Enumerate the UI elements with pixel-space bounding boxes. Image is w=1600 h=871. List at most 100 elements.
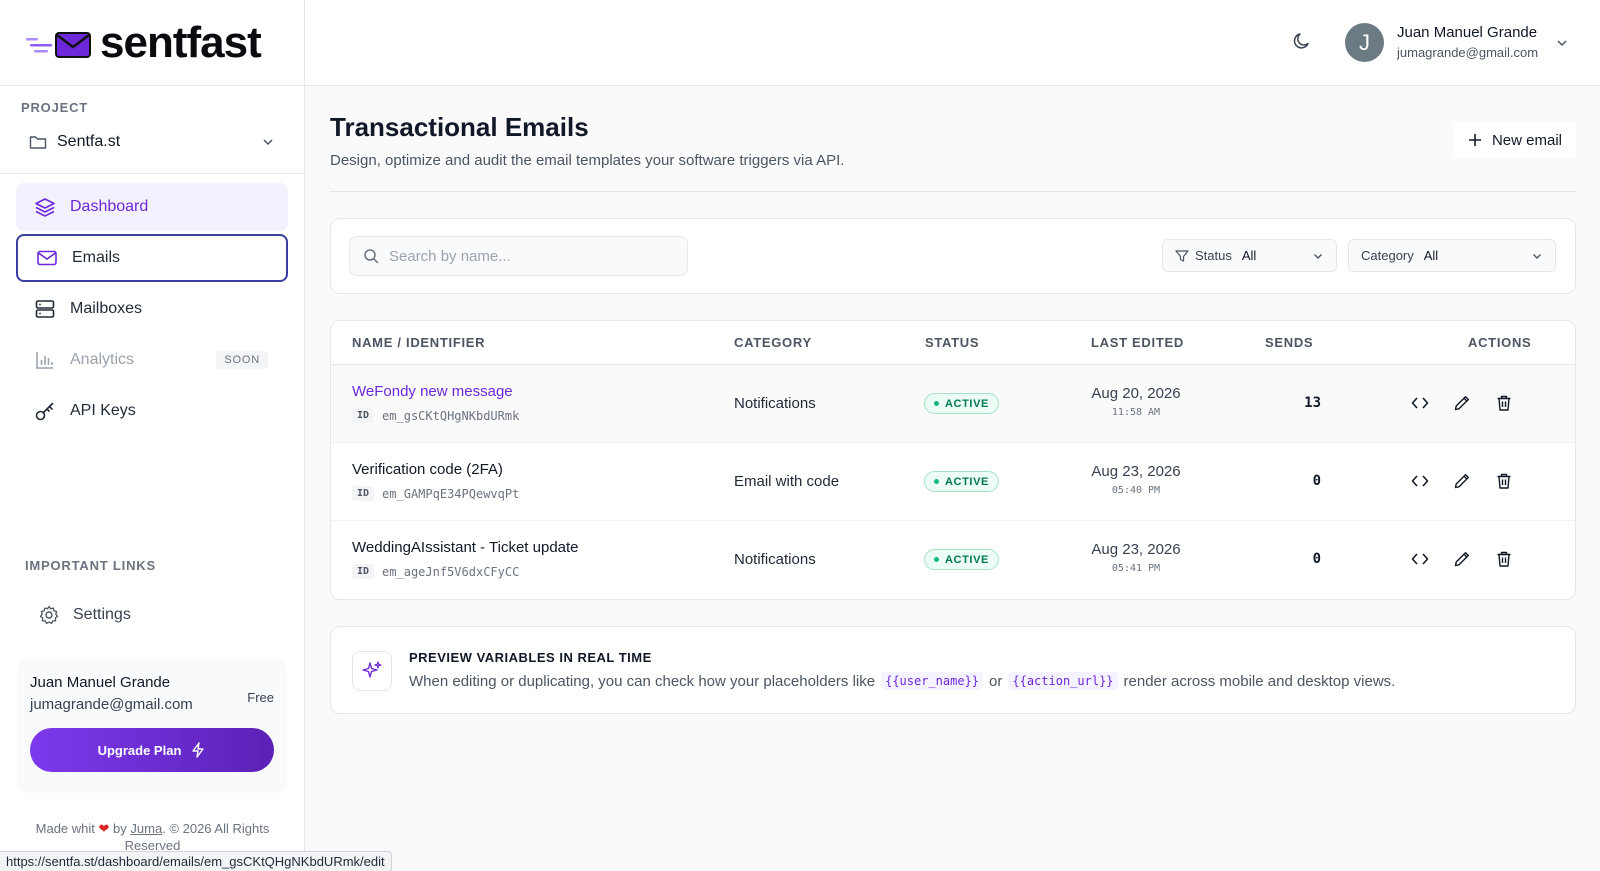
trash-icon <box>1497 395 1511 411</box>
row-actions <box>1409 548 1535 570</box>
settings-link[interactable]: Settings <box>25 595 280 635</box>
new-email-button[interactable]: New email <box>1453 122 1576 158</box>
sidebar-item-analytics[interactable]: Analytics SOON <box>16 336 288 384</box>
email-category: Email with code <box>734 473 840 490</box>
chevron-down-icon <box>263 139 273 146</box>
dark-mode-toggle[interactable] <box>1292 31 1312 56</box>
edit-button[interactable] <box>1451 548 1473 570</box>
code-icon <box>1411 553 1429 565</box>
status-badge: ACTIVE <box>924 549 999 570</box>
upgrade-plan-button[interactable]: Upgrade Plan <box>30 728 274 772</box>
sidebar-item-api-keys[interactable]: API Keys <box>16 387 288 435</box>
table-row[interactable]: WeFondy new message ID em_gsCKtQHgNKbdUR… <box>331 365 1575 443</box>
column-header-actions: ACTIONS <box>1468 335 1532 350</box>
email-name-link[interactable]: WeddingAIssistant - Ticket update <box>352 539 579 556</box>
category-filter-label: Category <box>1361 248 1414 263</box>
table-header: NAME / IDENTIFIER CATEGORY STATUS LAST E… <box>331 321 1575 365</box>
sidebar-item-dashboard[interactable]: Dashboard <box>16 183 288 231</box>
chevron-down-icon <box>1314 253 1322 259</box>
row-actions <box>1409 392 1535 414</box>
brand-name: sentfast <box>100 17 262 67</box>
sends-count: 0 <box>1312 551 1321 567</box>
tip-text-mid: or <box>989 672 1003 690</box>
email-id: em_ageJnf5V6dxCFyCC <box>382 564 520 579</box>
topbar-user-name: Juan Manuel Grande <box>1397 24 1538 41</box>
tip-title: PREVIEW VARIABLES IN REAL TIME <box>409 650 652 665</box>
brand-logo[interactable]: sentfast <box>0 0 304 86</box>
table-row[interactable]: Verification code (2FA) ID em_GAMPqE34PQ… <box>331 443 1575 521</box>
search-input[interactable] <box>389 247 669 265</box>
view-code-button[interactable] <box>1409 392 1431 414</box>
code-icon <box>1411 475 1429 487</box>
search-box[interactable] <box>349 236 688 276</box>
plan-label: Free <box>247 690 274 705</box>
lightning-icon <box>192 742 205 758</box>
delete-button[interactable] <box>1493 392 1515 414</box>
tip-text-before: When editing or duplicating, you can che… <box>409 672 876 690</box>
table-row[interactable]: WeddingAIssistant - Ticket update ID em_… <box>331 521 1575 599</box>
column-header-category: CATEGORY <box>734 335 812 350</box>
sidebar: sentfast PROJECT Sentfa.st Dashboard Ema… <box>0 0 305 871</box>
user-plan-card: Juan Manuel Grande jumagrande@gmail.com … <box>17 660 287 793</box>
sidebar-item-label: Dashboard <box>70 198 149 215</box>
email-name-link[interactable]: Verification code (2FA) <box>352 461 503 478</box>
variable-user-name: {{user_name}} <box>881 672 984 690</box>
email-id: em_gsCKtQHgNKbdURmk <box>382 408 520 423</box>
email-id: em_GAMPqE34PQewvqPt <box>382 486 520 501</box>
delete-button[interactable] <box>1493 470 1515 492</box>
sparkles-icon <box>352 651 392 691</box>
author-link[interactable]: Juma <box>130 821 162 836</box>
edit-button[interactable] <box>1451 470 1473 492</box>
email-name-link[interactable]: WeFondy new message <box>352 383 513 400</box>
last-edited-date: Aug 23, 2026 <box>1091 463 1181 480</box>
last-edited-time: 05:40 PM <box>1111 485 1161 496</box>
avatar[interactable]: J <box>1345 23 1384 62</box>
pencil-icon <box>1454 474 1469 489</box>
layers-icon <box>34 196 56 218</box>
key-icon <box>34 400 56 422</box>
filter-icon <box>1175 249 1189 262</box>
project-section: PROJECT Sentfa.st <box>0 86 304 174</box>
column-header-name: NAME / IDENTIFIER <box>352 335 486 350</box>
last-edited-date: Aug 20, 2026 <box>1091 385 1181 402</box>
category-filter-value: All <box>1423 248 1439 263</box>
status-dot <box>934 479 939 484</box>
chevron-down-icon <box>1533 253 1541 259</box>
status-filter[interactable]: Status All <box>1162 239 1337 272</box>
page-subtitle: Design, optimize and audit the email tem… <box>330 152 845 169</box>
user-menu[interactable]: Juan Manuel Grande jumagrande@gmail.com <box>1397 24 1538 60</box>
delete-button[interactable] <box>1493 548 1515 570</box>
last-edited: Aug 23, 2026 05:40 PM <box>1071 463 1201 496</box>
column-header-sends: SENDS <box>1265 335 1314 350</box>
row-actions <box>1409 470 1535 492</box>
trash-icon <box>1497 473 1511 489</box>
sidebar-item-label: Emails <box>72 249 121 266</box>
user-menu-chevron[interactable] <box>1555 36 1569 55</box>
category-filter[interactable]: Category All <box>1348 239 1556 272</box>
page-title: Transactional Emails <box>330 112 589 142</box>
project-selector[interactable]: Sentfa.st <box>21 127 283 157</box>
id-tag: ID <box>352 408 375 423</box>
status-text: ACTIVE <box>945 475 989 488</box>
view-code-button[interactable] <box>1409 470 1431 492</box>
last-edited-time: 05:41 PM <box>1111 563 1161 574</box>
code-icon <box>1411 397 1429 409</box>
status-dot <box>934 401 939 406</box>
important-links-label: IMPORTANT LINKS <box>25 558 156 573</box>
pencil-icon <box>1454 396 1469 411</box>
id-tag: ID <box>352 564 375 579</box>
project-label: PROJECT <box>21 100 89 115</box>
footer-prefix: Made whit <box>35 821 95 836</box>
topbar-user-email: jumagrande@gmail.com <box>1397 45 1539 60</box>
project-name: Sentfa.st <box>57 133 121 150</box>
sidebar-item-mailboxes[interactable]: Mailboxes <box>16 285 288 333</box>
view-code-button[interactable] <box>1409 548 1431 570</box>
trash-icon <box>1497 551 1511 567</box>
plus-icon <box>1468 134 1481 146</box>
sidebar-item-emails[interactable]: Emails <box>16 234 288 282</box>
chevron-down-icon <box>1557 40 1567 47</box>
user-card-email: jumagrande@gmail.com <box>30 696 193 713</box>
email-identifier: ID em_gsCKtQHgNKbdURmk <box>352 408 519 423</box>
status-filter-label: Status <box>1195 248 1232 263</box>
edit-button[interactable] <box>1451 392 1473 414</box>
